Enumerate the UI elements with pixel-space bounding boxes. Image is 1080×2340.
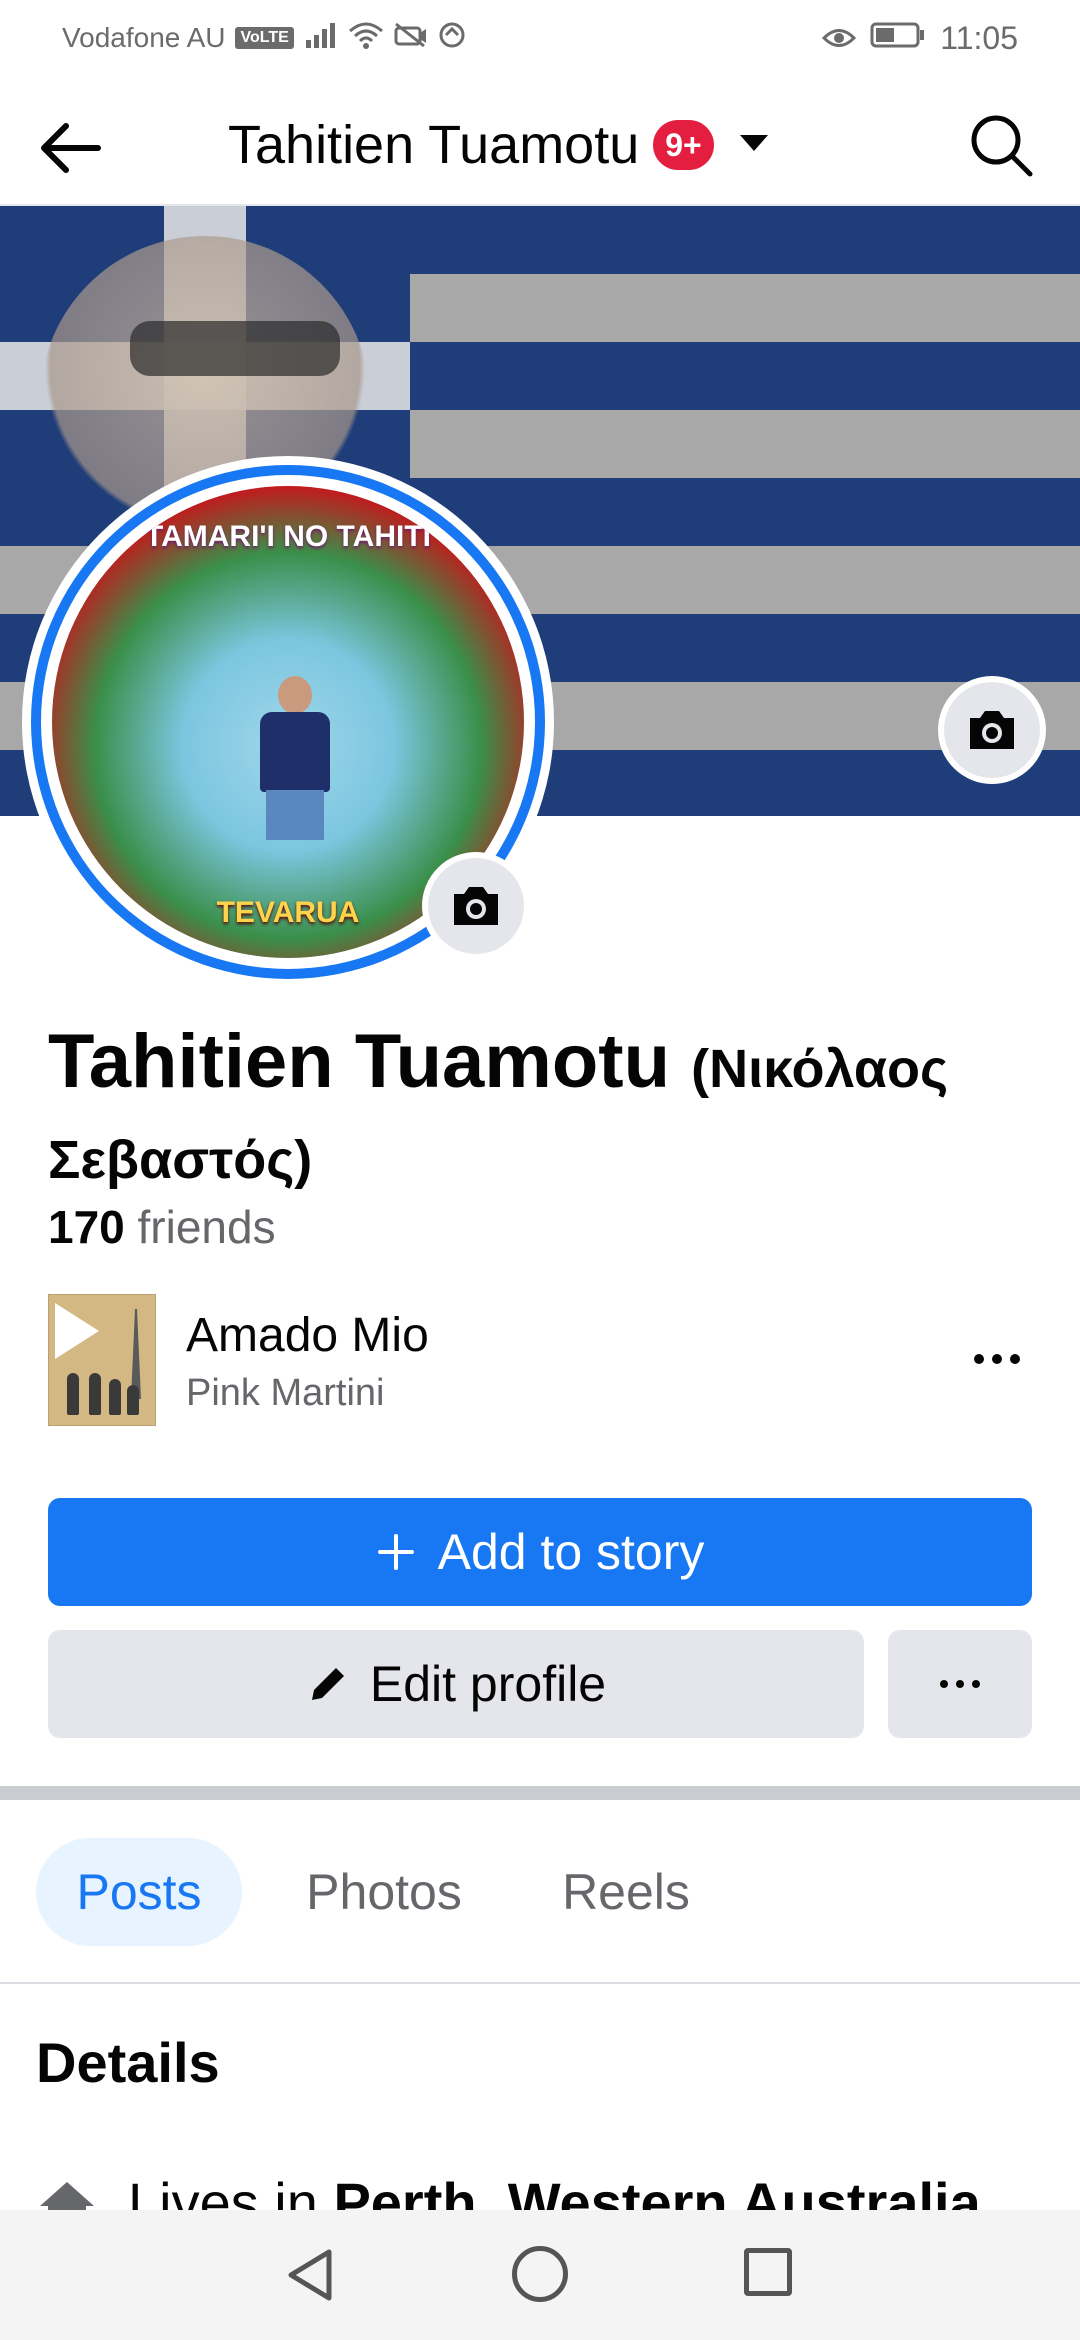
pencil-icon	[311, 1668, 344, 1700]
more-options-button[interactable]	[888, 1630, 1032, 1738]
notification-badge: 9+	[653, 120, 714, 170]
tab-photos[interactable]: Photos	[284, 1838, 484, 1946]
clock-time: 11:05	[940, 19, 1018, 56]
profile-switcher[interactable]: Tahitien Tuamotu 9+	[228, 114, 770, 176]
friends-count[interactable]: 170 friends	[48, 1200, 276, 1254]
tab-posts[interactable]: Posts	[36, 1838, 242, 1946]
details-heading: Details	[36, 2031, 220, 2094]
play-icon	[55, 1303, 99, 1359]
no-camera-icon	[394, 22, 428, 55]
song-artist: Pink Martini	[186, 1372, 385, 1414]
status-bar: Vodafone AU VoLTE 11:05	[0, 0, 1080, 76]
search-icon[interactable]	[968, 112, 1034, 178]
profile-picture-top-text: TAMARI'I NO TAHITI	[145, 520, 431, 553]
cover-camera-button[interactable]	[938, 676, 1046, 784]
profile-camera-button[interactable]	[422, 852, 530, 960]
back-arrow-icon[interactable]	[38, 116, 102, 180]
song-title: Amado Mio	[186, 1309, 429, 1362]
eye-icon	[822, 20, 857, 57]
battery-icon	[870, 20, 926, 57]
profile-name-primary: Tahitien Tuamotu	[48, 1019, 671, 1104]
system-nav-bar	[0, 2210, 1080, 2340]
tab-reels[interactable]: Reels	[540, 1838, 712, 1946]
nav-home-icon[interactable]	[512, 2246, 568, 2302]
camera-icon	[970, 711, 1014, 749]
music-more-icon[interactable]	[962, 1334, 1032, 1384]
profile-name: Tahitien Tuamotu (Νικόλαος Σεβαστός)	[48, 1020, 1048, 1202]
top-app-bar: Tahitien Tuamotu 9+	[0, 76, 1080, 206]
profile-tabs: Posts Photos Reels	[0, 1800, 1080, 1984]
volte-badge: VoLTE	[235, 27, 294, 49]
sync-icon	[438, 21, 466, 56]
album-art[interactable]	[48, 1294, 156, 1426]
profile-music[interactable]: Amado Mio Pink Martini	[48, 1294, 1032, 1428]
nav-back-icon[interactable]	[285, 2248, 335, 2307]
section-divider	[0, 1786, 1080, 1800]
app-bar-title: Tahitien Tuamotu	[228, 115, 640, 175]
profile-person	[260, 676, 330, 876]
plus-icon	[377, 1534, 414, 1570]
caret-down-icon	[738, 133, 770, 158]
edit-profile-button[interactable]: Edit profile	[48, 1630, 864, 1738]
wifi-icon	[348, 21, 384, 56]
signal-icon	[304, 22, 338, 55]
nav-recents-icon[interactable]	[744, 2248, 792, 2296]
add-to-story-button[interactable]: Add to story	[48, 1498, 1032, 1606]
camera-icon	[454, 887, 498, 925]
carrier-name: Vodafone AU	[62, 22, 226, 53]
